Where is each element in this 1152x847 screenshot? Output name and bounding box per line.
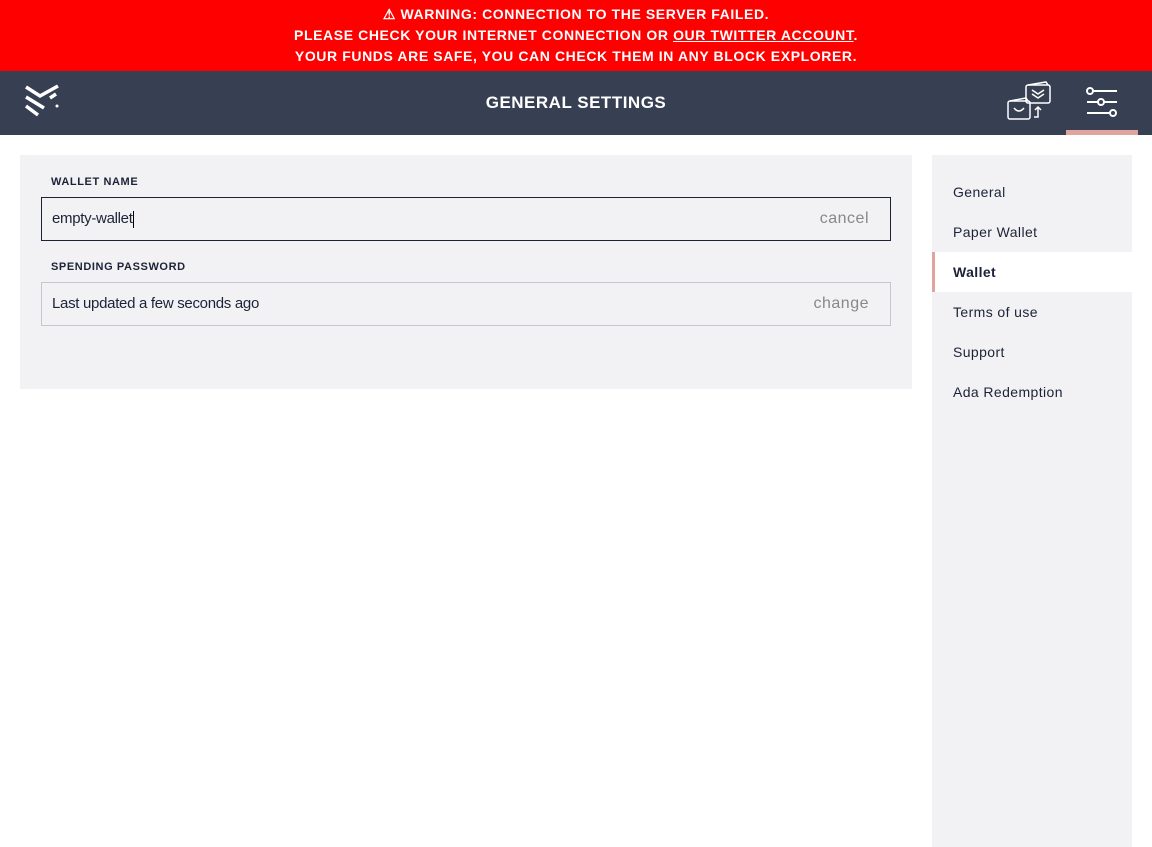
page-title: GENERAL SETTINGS: [485, 93, 667, 112]
sidebar-item-terms-of-use[interactable]: Terms of use: [932, 292, 1132, 332]
wallet-name-input[interactable]: empty-wallet cancel: [41, 197, 891, 241]
twitter-link[interactable]: OUR TWITTER ACCOUNT: [673, 27, 853, 43]
wallet-settings-panel: WALLET NAME empty-wallet cancel SPENDING…: [20, 155, 912, 389]
active-indicator: [1066, 130, 1138, 135]
sidebar-item-support[interactable]: Support: [932, 332, 1132, 372]
connection-warning-banner: ⚠ WARNING: CONNECTION TO THE SERVER FAIL…: [0, 0, 1152, 71]
top-bar: GENERAL SETTINGS: [0, 71, 1152, 135]
warning-line-2: PLEASE CHECK YOUR INTERNET CONNECTION OR: [294, 27, 674, 43]
wallets-icon[interactable]: [1006, 81, 1052, 128]
settings-sidebar: General Paper Wallet Wallet Terms of use…: [932, 155, 1132, 847]
warning-line-2-end: .: [853, 27, 858, 43]
sidebar-item-ada-redemption[interactable]: Ada Redemption: [932, 372, 1132, 412]
sliders-icon: [1086, 87, 1117, 117]
spending-password-label: SPENDING PASSWORD: [51, 261, 186, 273]
wallet-name-label: WALLET NAME: [51, 176, 139, 188]
spending-password-field: Last updated a few seconds ago change: [41, 282, 891, 326]
wallet-name-value: empty-wallet: [52, 210, 133, 227]
sidebar-item-wallet[interactable]: Wallet: [932, 252, 1132, 292]
warning-line-1: WARNING: CONNECTION TO THE SERVER FAILED…: [400, 6, 770, 22]
settings-button[interactable]: [1066, 71, 1138, 135]
sidebar-item-general[interactable]: General: [932, 172, 1132, 212]
warning-icon: ⚠: [382, 6, 396, 22]
warning-line-3: YOUR FUNDS ARE SAFE, YOU CAN CHECK THEM …: [294, 48, 858, 64]
text-caret: [132, 210, 134, 228]
cancel-button[interactable]: cancel: [820, 198, 869, 240]
password-status: Last updated a few seconds ago: [52, 295, 259, 312]
sidebar-item-paper-wallet[interactable]: Paper Wallet: [932, 212, 1132, 252]
change-password-button[interactable]: change: [814, 283, 870, 325]
